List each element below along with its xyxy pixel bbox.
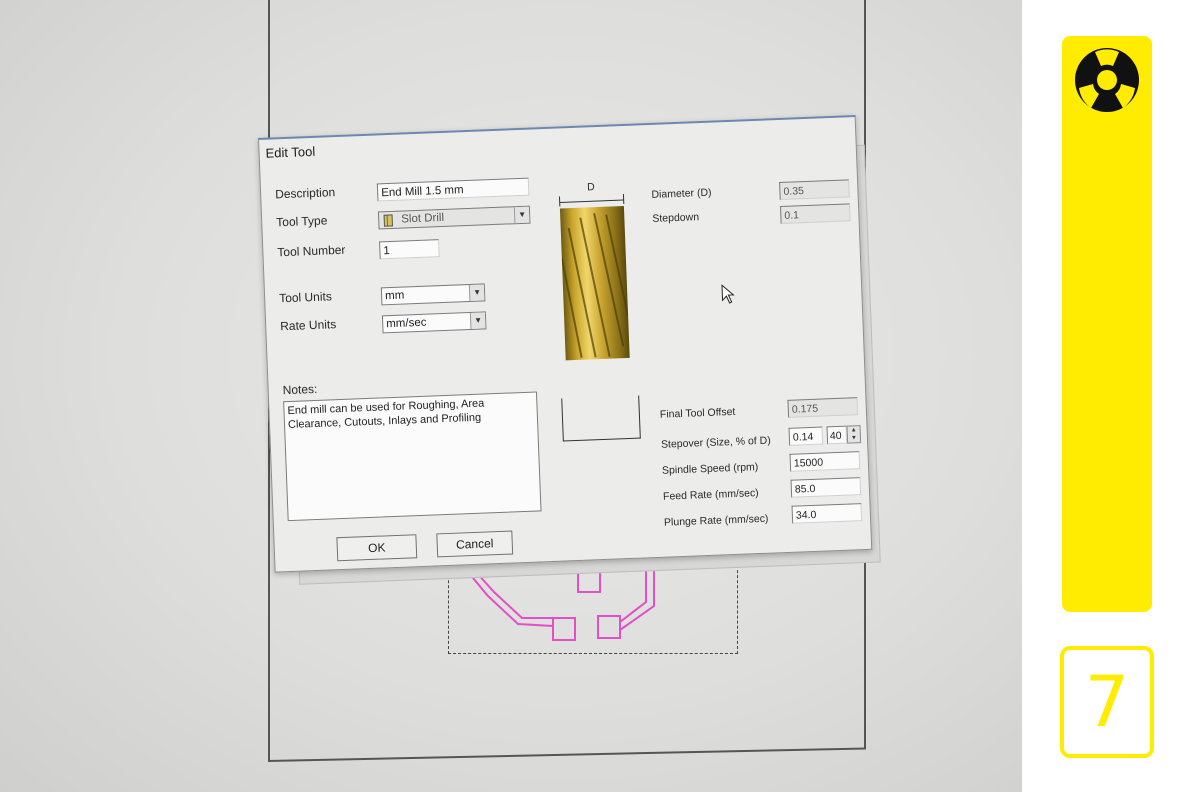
slot-drill-icon xyxy=(383,214,393,227)
stepover-spinner[interactable]: ▲ ▼ xyxy=(846,425,862,444)
tool-number-label: Tool Number xyxy=(277,242,346,260)
stepover-percent-input[interactable]: 40 xyxy=(826,425,848,445)
final-tool-offset-label: Final Tool Offset xyxy=(659,405,736,421)
final-tool-offset-input[interactable]: 0.175 xyxy=(787,397,859,418)
cancel-button[interactable]: Cancel xyxy=(436,530,514,558)
feed-rate-label: Feed Rate (mm/sec) xyxy=(662,487,759,503)
mouse-cursor-icon xyxy=(721,284,735,304)
chevron-down-icon[interactable]: ▼ xyxy=(468,284,485,302)
tool-units-value: mm xyxy=(384,289,405,303)
stepdown-label: Stepdown xyxy=(652,211,700,225)
stepover-size-input[interactable]: 0.14 xyxy=(788,426,824,446)
stepdown-input[interactable]: 0.1 xyxy=(779,203,851,224)
tool-profile-diagram xyxy=(561,395,641,442)
description-label: Description xyxy=(274,185,336,202)
description-input[interactable]: End Mill 1.5 mm xyxy=(376,177,530,202)
rate-units-select[interactable]: mm/sec ▼ xyxy=(381,311,487,334)
rate-units-value: mm/sec xyxy=(386,316,427,331)
tool-units-select[interactable]: mm ▼ xyxy=(380,283,486,306)
chevron-down-icon[interactable]: ▼ xyxy=(513,206,530,224)
notes-textarea[interactable]: End mill can be used for Roughing, Area … xyxy=(283,391,542,522)
fab-logo-icon xyxy=(1075,48,1139,112)
ok-button[interactable]: OK xyxy=(336,534,418,562)
accent-sidebar xyxy=(1062,36,1152,612)
step-number-box: 7 xyxy=(1060,646,1154,758)
tool-units-label: Tool Units xyxy=(278,289,333,306)
diameter-input[interactable]: 0.35 xyxy=(779,179,850,201)
notes-label: Notes: xyxy=(282,381,318,398)
chevron-down-icon[interactable]: ▼ xyxy=(469,312,486,329)
diameter-label: Diameter (D) xyxy=(651,186,712,201)
tool-type-value: Slot Drill xyxy=(401,211,445,226)
plunge-rate-input[interactable]: 34.0 xyxy=(791,503,863,524)
dialog-title: Edit Tool xyxy=(265,143,316,161)
step-number: 7 xyxy=(1084,661,1130,743)
tool-type-select[interactable]: Slot Drill ▼ xyxy=(377,205,531,230)
end-mill-preview-image xyxy=(559,206,630,361)
monitor-photo: Edit Tool Description End Mill 1.5 mm To… xyxy=(0,0,1022,792)
plunge-rate-label: Plunge Rate (mm/sec) xyxy=(663,512,769,529)
rate-units-label: Rate Units xyxy=(279,317,337,334)
edit-tool-dialog-wrapper: Edit Tool Description End Mill 1.5 mm To… xyxy=(258,115,887,585)
tool-type-label: Tool Type xyxy=(275,213,328,230)
stepover-label: Stepover (Size, % of D) xyxy=(660,434,771,451)
edit-tool-dialog: Edit Tool Description End Mill 1.5 mm To… xyxy=(258,115,873,573)
spindle-speed-input[interactable]: 15000 xyxy=(789,451,861,472)
spindle-speed-label: Spindle Speed (rpm) xyxy=(661,461,759,477)
tool-number-input[interactable]: 1 xyxy=(379,239,440,260)
feed-rate-input[interactable]: 85.0 xyxy=(790,477,862,498)
diameter-symbol-label: D xyxy=(586,181,595,194)
